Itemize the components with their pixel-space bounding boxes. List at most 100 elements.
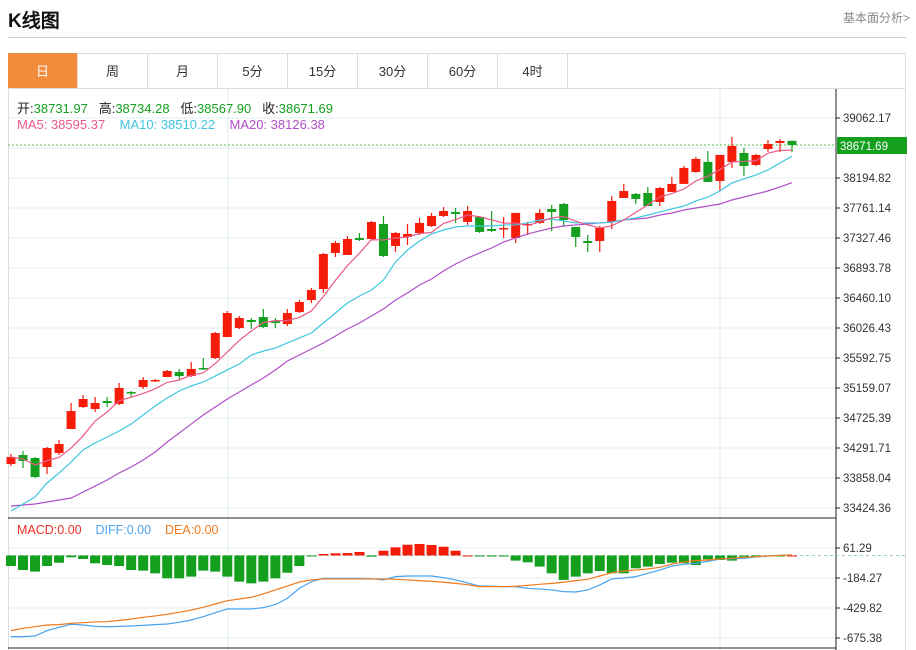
candle xyxy=(691,156,701,173)
high-value: 38734.28 xyxy=(115,101,170,116)
candle-body xyxy=(126,392,136,394)
candle-body xyxy=(631,193,641,199)
open-label: 开: xyxy=(17,101,34,116)
candle-body xyxy=(475,217,485,232)
candle-body xyxy=(607,200,617,222)
macd-bar xyxy=(474,555,485,557)
candle-body xyxy=(571,226,581,237)
candle xyxy=(210,332,220,360)
candle xyxy=(715,154,725,191)
macd-bar xyxy=(318,554,329,556)
y-tick-label: 37761.14 xyxy=(843,203,892,215)
diff-legend-value: DIFF:0.00 xyxy=(95,523,152,537)
candle-body xyxy=(739,152,749,166)
low-value: 38567.90 xyxy=(197,101,252,116)
candle xyxy=(631,192,641,204)
y-tick-label: 33424.36 xyxy=(843,503,891,515)
dea-legend-value: DEA:0.00 xyxy=(165,523,219,537)
candle-body xyxy=(451,211,461,214)
current-price-label: 38671.69 xyxy=(840,141,888,153)
macd-bar xyxy=(246,555,257,584)
candle-body xyxy=(210,333,220,359)
candle xyxy=(354,232,364,242)
candle xyxy=(78,394,88,408)
ohlc-legend: 开:38731.97 高:38734.28 低:38567.90 收:38671… xyxy=(17,98,333,117)
candle xyxy=(66,403,76,430)
candle-body xyxy=(102,401,112,404)
macd-bar xyxy=(738,555,749,557)
ma-legend: MA5: 38595.37 MA10: 38510.22 MA20: 38126… xyxy=(17,117,325,132)
macd-bar xyxy=(42,555,53,566)
candle-body xyxy=(703,161,713,182)
candle-body xyxy=(787,140,797,146)
candle xyxy=(282,309,292,327)
candle xyxy=(138,377,148,389)
macd-y-tick-label: -675.38 xyxy=(843,633,882,645)
candle xyxy=(234,315,244,329)
candle-body xyxy=(282,313,292,325)
macd-legend: MACD:0.00 DIFF:0.00 DEA:0.00 xyxy=(17,523,219,537)
macd-bar xyxy=(450,550,461,556)
candle xyxy=(427,212,437,227)
open-value: 38731.97 xyxy=(33,101,88,116)
y-tick-label: 36026.43 xyxy=(843,323,891,335)
y-tick-label: 35592.75 xyxy=(843,353,891,365)
candle xyxy=(415,217,425,235)
candle xyxy=(475,215,485,233)
macd-bar xyxy=(30,555,41,572)
macd-bar xyxy=(66,555,77,558)
macd-bar xyxy=(330,553,341,556)
macd-bar xyxy=(78,555,89,560)
candle-body xyxy=(727,145,737,162)
macd-bar xyxy=(210,555,221,572)
y-tick-label: 38194.82 xyxy=(843,173,891,185)
candle-body xyxy=(583,241,593,244)
candle-body xyxy=(42,447,52,468)
macd-bar xyxy=(498,555,509,557)
candle xyxy=(318,252,328,294)
candle-body xyxy=(487,228,497,231)
candle xyxy=(751,153,761,166)
candle xyxy=(174,368,184,380)
candle xyxy=(90,396,100,413)
macd-bar xyxy=(294,555,305,566)
macd-bar xyxy=(234,555,245,582)
close-value: 38671.69 xyxy=(278,101,333,116)
y-tick-label: 39062.17 xyxy=(843,113,891,125)
candle xyxy=(270,317,280,329)
macd-bar xyxy=(606,555,617,574)
macd-bar xyxy=(354,551,365,556)
macd-legend-value: MACD:0.00 xyxy=(17,523,82,537)
macd-bar xyxy=(174,555,185,579)
macd-bar xyxy=(426,544,437,556)
candle xyxy=(667,176,677,192)
macd-bar xyxy=(666,555,677,563)
macd-bar xyxy=(402,544,413,556)
candle-body xyxy=(222,313,232,338)
candle-body xyxy=(751,154,761,165)
macd-bar xyxy=(342,553,353,556)
candle xyxy=(342,236,352,255)
candle-body xyxy=(174,372,184,377)
candle xyxy=(162,370,172,378)
y-tick-label: 34725.39 xyxy=(843,413,891,425)
ma5-legend: MA5: 38595.37 xyxy=(17,117,106,132)
candle-body xyxy=(775,140,785,143)
candle-body xyxy=(547,208,557,212)
candle xyxy=(403,223,413,246)
macd-bar xyxy=(414,544,425,556)
candle xyxy=(222,311,232,338)
macd-bar xyxy=(642,555,653,567)
candle xyxy=(619,183,629,198)
macd-bar xyxy=(258,555,269,582)
candle-body xyxy=(655,188,665,202)
macd-y-tick-label: 61.29 xyxy=(843,543,872,555)
candle-body xyxy=(499,228,509,230)
macd-bar xyxy=(390,547,401,556)
candle xyxy=(679,165,689,184)
candle-body xyxy=(30,458,40,478)
candle-body xyxy=(643,192,653,207)
candle xyxy=(559,202,569,227)
candle-body xyxy=(763,143,773,150)
candle xyxy=(102,396,112,408)
